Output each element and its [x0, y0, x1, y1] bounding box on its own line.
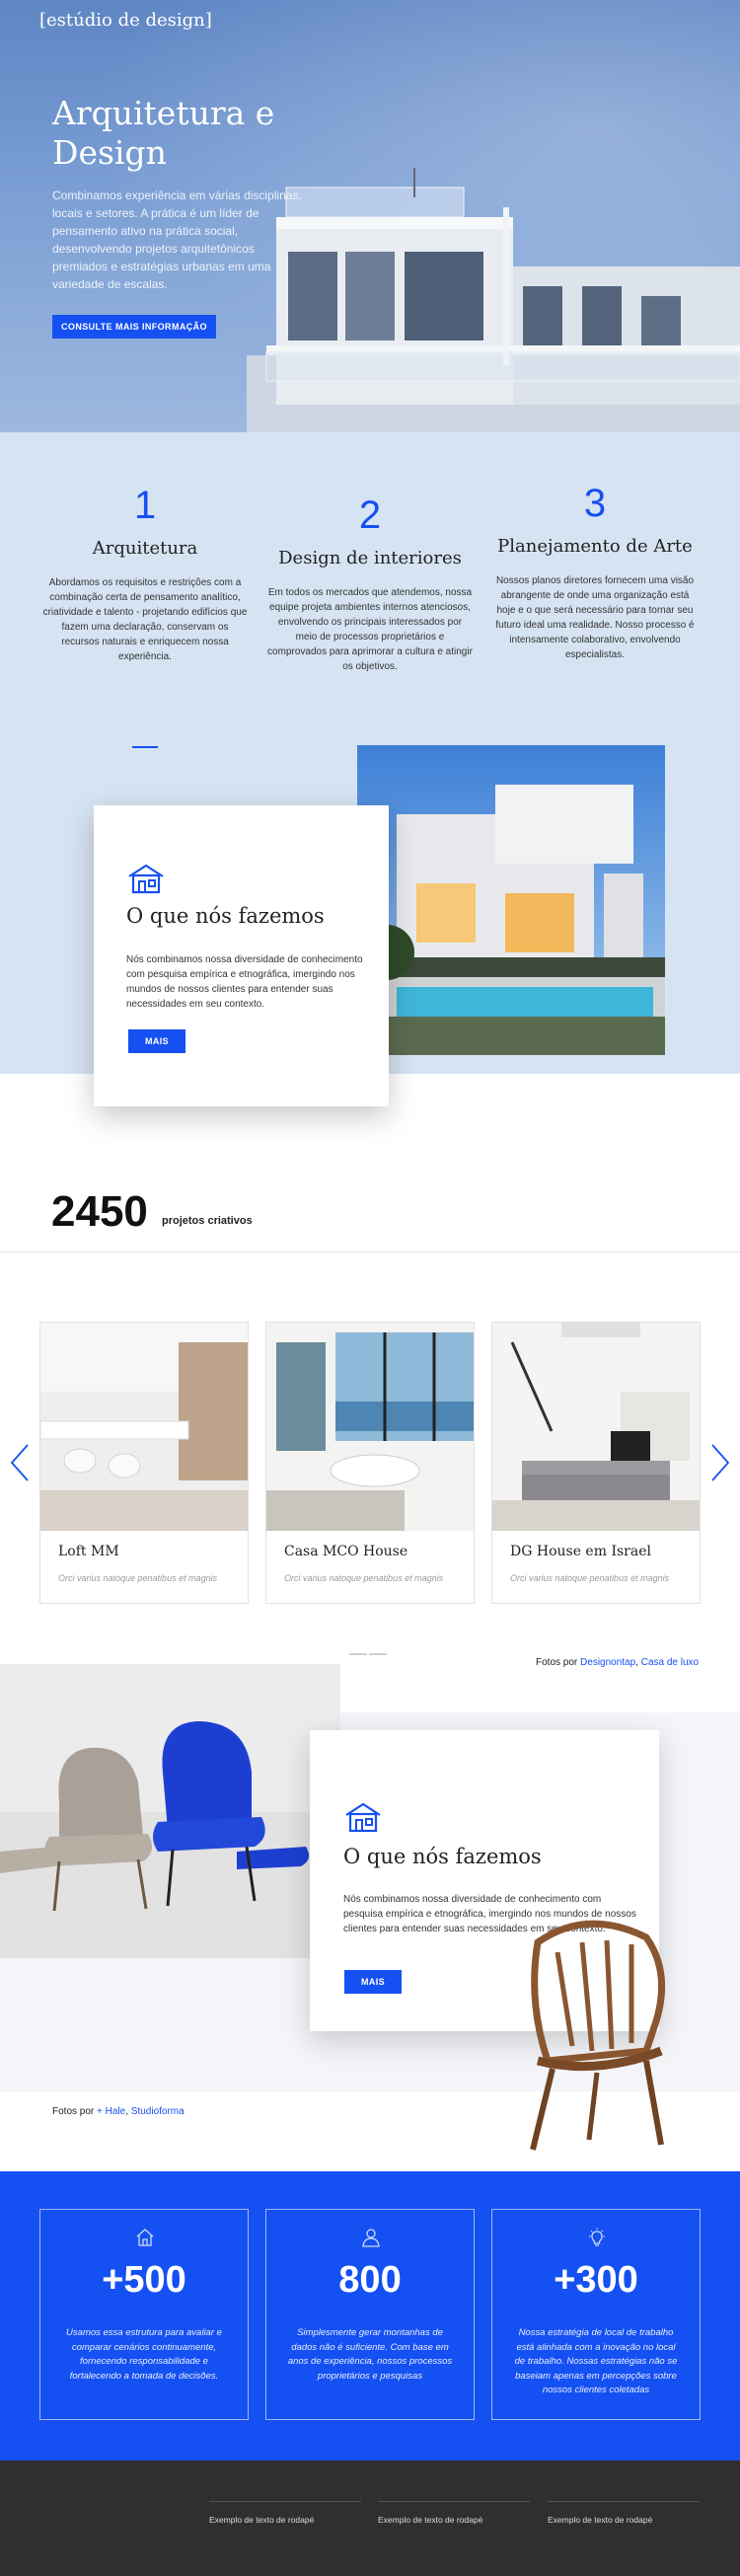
gallery-title: Casa MCO House	[284, 1544, 408, 1559]
feature-art-planning: 3 Planejamento de Arte Nossos planos dir…	[491, 482, 699, 748]
credit-link-hale[interactable]: + Hale	[97, 2106, 125, 2117]
stat-box: +500 Usamos essa estrutura para avaliar …	[39, 2209, 249, 2420]
photo-credits-2: Fotos por + Hale, Studioforma	[52, 2106, 185, 2117]
stat-box: 800 Simplesmente gerar montanhas de dado…	[265, 2209, 475, 2420]
card-title: O que nós fazemos	[343, 1845, 542, 1868]
card-text: Nós combinamos nossa diversidade de conh…	[126, 954, 363, 1010]
chairs-section-bg-lower	[0, 1958, 340, 2091]
brand-logo[interactable]: [estúdio de design]	[39, 10, 212, 31]
hero-section: [estúdio de design] Arquitetura e Design…	[0, 0, 740, 432]
gallery-image-dg-house	[492, 1323, 700, 1531]
credits-separator: ,	[635, 1657, 638, 1668]
credit-link-designontap[interactable]: Designontap	[580, 1657, 635, 1668]
footer-text[interactable]: Exemplo de texto de rodapé	[209, 2515, 314, 2525]
card-title: O que nós fazemos	[126, 904, 325, 928]
feature-text: Nossos planos diretores fornecem uma vis…	[495, 575, 695, 660]
credit-link-studioforma[interactable]: Studioforma	[131, 2106, 185, 2117]
home-icon	[136, 2229, 154, 2246]
feature-architecture: 1 Arquitetura Abordamos os requisitos e …	[41, 484, 249, 748]
stats-section: +500 Usamos essa estrutura para avaliar …	[0, 2171, 740, 2461]
house-icon	[128, 864, 164, 894]
hero-description: Combinamos experiência em várias discipl…	[52, 189, 302, 291]
feature-divider	[132, 746, 158, 748]
more-button[interactable]: MAIS	[128, 1029, 185, 1053]
hero-title: Arquitetura e Design	[52, 94, 275, 172]
stat-value: +300	[554, 2259, 638, 2301]
lightbulb-icon	[589, 2228, 605, 2246]
gallery-title: DG House em Israel	[510, 1544, 651, 1559]
gallery-subtitle: Orci varius natoque penatibus et magnis	[510, 1573, 670, 1583]
feature-number: 3	[583, 482, 607, 525]
more-info-button[interactable]: Consulte mais informação	[52, 315, 216, 339]
user-icon	[362, 2229, 380, 2247]
what-we-do-card: O que nós fazemos Nós combinamos nossa d…	[94, 805, 389, 1106]
footer-text[interactable]: Exemplo de texto de rodapé	[378, 2515, 482, 2525]
photo-credits: Fotos por Designontap, Casa de luxo	[536, 1657, 699, 1668]
footer-text[interactable]: Exemplo de texto de rodapé	[548, 2515, 652, 2525]
stat-text: Simplesmente gerar montanhas de dados nã…	[287, 2327, 453, 2382]
feature-number: 1	[133, 484, 157, 527]
stat-text: Nossa estratégia de local de trabalho es…	[514, 2327, 678, 2395]
gallery-subtitle: Orci varius natoque penatibus et magnis	[58, 1573, 218, 1583]
projects-count: 2450	[51, 1187, 148, 1236]
hero-house-image	[247, 168, 740, 432]
footer-column: Exemplo de texto de rodapé	[548, 2501, 700, 2560]
credits-prefix: Fotos por	[52, 2106, 95, 2117]
feature-title: Arquitetura	[92, 538, 198, 559]
credits-prefix: Fotos por	[536, 1657, 578, 1668]
credits-separator: ,	[125, 2106, 128, 2117]
gallery-card[interactable]: Casa MCO House Orci varius natoque penat…	[265, 1322, 475, 1604]
feature-title: Design de interiores	[278, 548, 462, 568]
carousel-dot[interactable]	[349, 1653, 367, 1655]
gallery-card[interactable]: Loft MM Orci varius natoque penatibus et…	[39, 1322, 249, 1604]
feature-title: Planejamento de Arte	[497, 536, 693, 557]
modern-house-pool-image	[357, 745, 665, 1055]
chairs-image	[0, 1664, 340, 1958]
feature-number: 2	[358, 493, 382, 537]
chevron-right-icon[interactable]	[708, 1441, 732, 1484]
gallery-card[interactable]: DG House em Israel Orci varius natoque p…	[491, 1322, 701, 1604]
section-divider	[0, 1251, 740, 1252]
chevron-left-icon[interactable]	[8, 1441, 32, 1484]
wooden-chair-image	[530, 1920, 666, 2151]
projects-label: projetos criativos	[162, 1215, 253, 1227]
carousel-indicators[interactable]	[349, 1642, 389, 1655]
stat-box: +300 Nossa estratégia de local de trabal…	[491, 2209, 701, 2420]
gallery-image-loft	[40, 1323, 248, 1531]
gallery-image-casa-mco	[266, 1323, 474, 1531]
feature-text: Abordamos os requisitos e restrições com…	[42, 577, 248, 662]
footer-column: Exemplo de texto de rodapé	[378, 2501, 530, 2560]
more-button[interactable]: MAIS	[344, 1970, 402, 1994]
feature-interior-design: 2 Design de interiores Em todos os merca…	[266, 493, 474, 757]
gallery-title: Loft MM	[58, 1544, 119, 1559]
feature-text: Em todos os mercados que atendemos, noss…	[267, 587, 473, 672]
carousel-dot[interactable]	[369, 1653, 387, 1655]
house-icon	[345, 1802, 381, 1833]
credit-link-casa-de-luxo[interactable]: Casa de luxo	[641, 1657, 699, 1668]
footer-column: Exemplo de texto de rodapé	[209, 2501, 361, 2560]
gallery-subtitle: Orci varius natoque penatibus et magnis	[284, 1573, 444, 1583]
stat-value: 800	[338, 2259, 402, 2301]
stat-text: Usamos essa estrutura para avaliar e com…	[66, 2327, 222, 2382]
stat-value: +500	[102, 2259, 186, 2301]
footer: Exemplo de texto de rodapé Exemplo de te…	[0, 2461, 740, 2576]
